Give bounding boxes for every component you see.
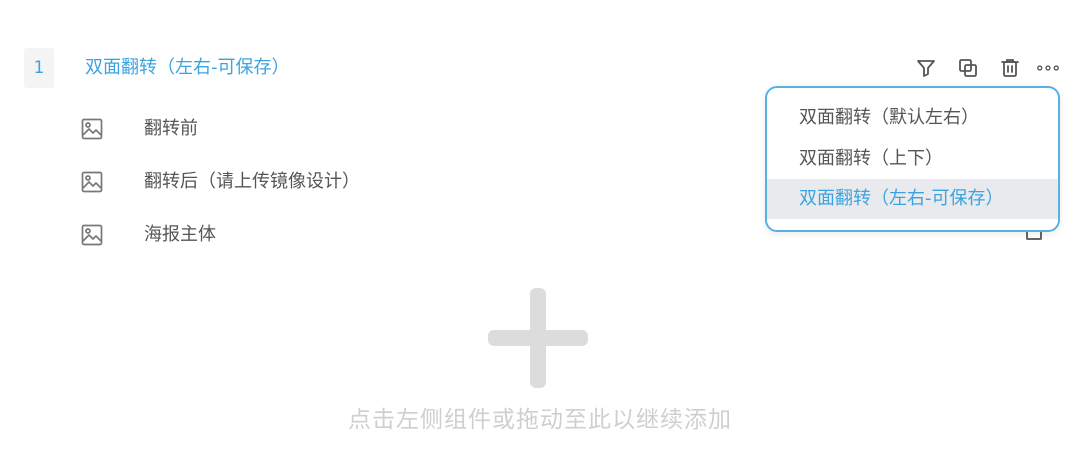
layer-label: 翻转后（请上传镜像设计）: [144, 171, 360, 192]
flip-type-dropdown: 双面翻转（默认左右） 双面翻转（上下） 双面翻转（左右-可保存）: [765, 86, 1060, 232]
add-hint-text: 点击左侧组件或拖动至此以继续添加: [348, 407, 732, 433]
plus-icon[interactable]: [488, 288, 588, 388]
image-icon: [80, 223, 104, 247]
group-title[interactable]: 双面翻转（左右-可保存）: [85, 48, 290, 88]
image-icon: [80, 170, 104, 194]
filter-icon[interactable]: [914, 56, 938, 80]
copy-icon[interactable]: [956, 56, 980, 80]
layer-item[interactable]: 翻转后（请上传镜像设计）: [80, 167, 460, 197]
layer-label: 海报主体: [144, 224, 216, 245]
dropdown-option[interactable]: 双面翻转（上下）: [767, 139, 1058, 179]
layer-label: 翻转前: [144, 118, 198, 139]
trash-icon[interactable]: [998, 56, 1022, 80]
dropdown-option[interactable]: 双面翻转（默认左右）: [767, 98, 1058, 138]
dropdown-option-selected[interactable]: 双面翻转（左右-可保存）: [767, 179, 1058, 219]
group-header[interactable]: 1 双面翻转（左右-可保存）: [24, 48, 1059, 88]
layer-item[interactable]: 翻转前: [80, 114, 460, 144]
layer-item[interactable]: 海报主体: [80, 220, 460, 250]
group-toolbar: [886, 48, 1059, 88]
add-component-dropzone[interactable]: 点击左侧组件或拖动至此以继续添加: [0, 270, 1080, 450]
image-icon: [80, 117, 104, 141]
group-index-badge: 1: [24, 48, 54, 88]
more-icon[interactable]: [1036, 56, 1068, 80]
